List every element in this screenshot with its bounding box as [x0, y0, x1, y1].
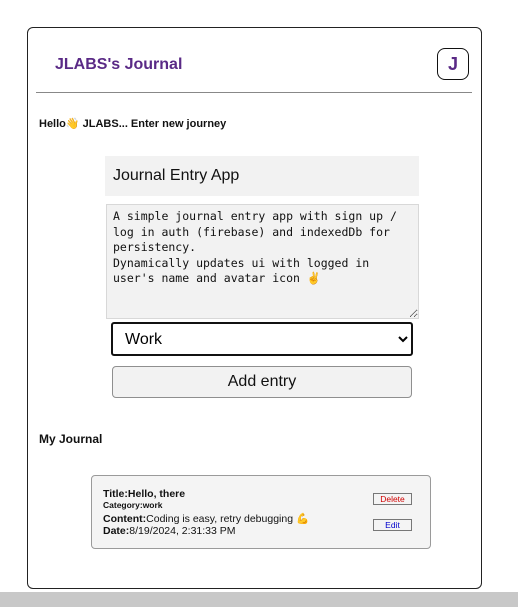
entry-content-label: Content:	[103, 513, 147, 525]
entry-date: 8/19/2024, 2:31:33 PM	[129, 525, 236, 537]
edit-button[interactable]: Edit	[373, 519, 412, 531]
entry-date-label: Date:	[103, 525, 130, 537]
category-select[interactable]: Work	[111, 322, 413, 356]
greeting-text: Hello👋 JLABS... Enter new journey	[39, 118, 227, 130]
entry-content: Coding is easy, retry debugging 💪	[146, 513, 310, 525]
my-journal-heading: My Journal	[39, 432, 103, 446]
horizontal-scrollbar[interactable]	[0, 592, 518, 607]
journal-entry-card: Title:Hello, there Category:work Content…	[91, 475, 431, 549]
entry-category-label: Category:	[103, 500, 143, 510]
app-title: JLABS's Journal	[55, 56, 183, 73]
title-input[interactable]	[105, 156, 419, 196]
add-entry-button[interactable]: Add entry	[112, 366, 412, 398]
content-textarea[interactable]: A simple journal entry app with sign up …	[106, 204, 419, 319]
delete-button[interactable]: Delete	[373, 493, 412, 505]
entry-title-label: Title:	[103, 488, 128, 500]
entry-content-line: Content:Coding is easy, retry debugging …	[103, 512, 309, 525]
header-divider	[36, 92, 472, 93]
entry-title: Hello, there	[127, 488, 186, 500]
journal-card: JLABS's Journal J Hello👋 JLABS... Enter …	[27, 27, 482, 589]
entry-title-line: Title:Hello, there	[103, 488, 185, 500]
entry-date-line: Date:8/19/2024, 2:31:33 PM	[103, 525, 236, 537]
entry-category-line: Category:work	[103, 500, 163, 510]
entry-category: work	[142, 500, 163, 510]
avatar[interactable]: J	[437, 48, 469, 80]
header: JLABS's Journal J	[28, 28, 481, 93]
